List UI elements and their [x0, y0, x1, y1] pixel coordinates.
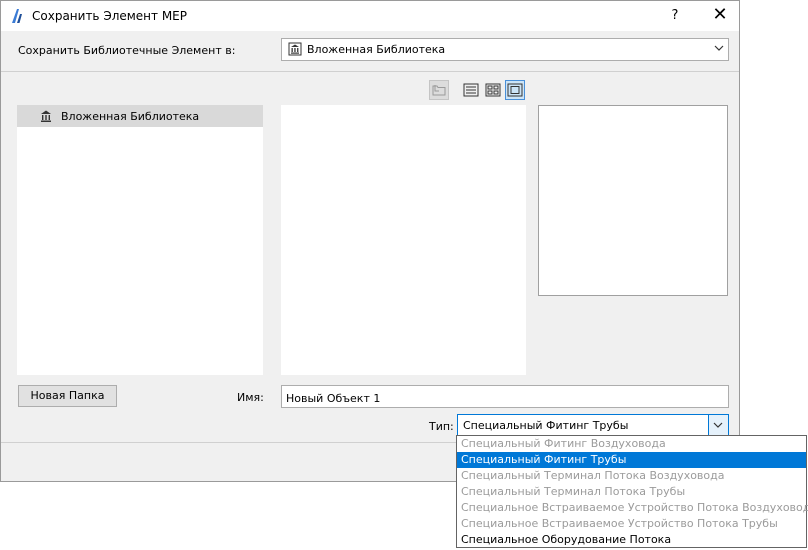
archicad-app-icon — [12, 9, 22, 23]
list-view-button[interactable] — [461, 80, 481, 100]
type-dropdown-toggle[interactable] — [708, 415, 728, 435]
up-folder-button[interactable] — [429, 80, 449, 100]
chevron-down-icon — [714, 45, 724, 51]
type-label: Тип: — [429, 420, 454, 433]
library-icon — [41, 110, 51, 122]
type-option: Специальный Фитинг Воздуховода — [461, 437, 666, 450]
folder-contents-list[interactable] — [281, 105, 526, 375]
preview-area — [538, 105, 728, 296]
library-tree[interactable]: Вложенная Библиотека — [17, 105, 263, 375]
divider — [1, 71, 739, 72]
close-button[interactable]: ✕ — [703, 1, 737, 31]
library-icon — [288, 42, 302, 56]
preview-view-icon — [507, 83, 523, 97]
title-bar: Сохранить Элемент MEP ? ✕ — [1, 1, 739, 31]
save-location-value: Вложенная Библиотека — [307, 43, 446, 56]
type-option[interactable]: Специальное Оборудование Потока — [457, 532, 806, 548]
name-label: Имя: — [237, 391, 264, 404]
folder-up-icon — [432, 85, 446, 96]
tree-item-label: Вложенная Библиотека — [61, 110, 200, 123]
save-location-label: Сохранить Библиотечные Элемент в: — [18, 44, 236, 57]
type-option: Специальное Встраиваемое Устройство Пото… — [461, 517, 778, 530]
type-dropdown-list: Специальный Фитинг Воздуховода Специальн… — [456, 435, 808, 548]
help-button[interactable]: ? — [661, 1, 689, 31]
preview-view-button[interactable] — [505, 80, 525, 100]
type-option: Специальное Встраиваемое Устройство Пото… — [461, 501, 808, 514]
grid-view-icon — [485, 83, 501, 97]
save-location-dropdown[interactable]: Вложенная Библиотека — [281, 38, 729, 61]
chevron-down-icon — [713, 422, 723, 428]
window-title: Сохранить Элемент MEP — [32, 9, 188, 23]
tree-item-embedded-library[interactable]: Вложенная Библиотека — [17, 105, 263, 127]
type-option: Специальный Терминал Потока Трубы — [461, 485, 686, 498]
save-mep-element-dialog: Сохранить Элемент MEP ? ✕ Сохранить Библ… — [0, 0, 740, 482]
name-input[interactable] — [281, 385, 729, 408]
type-dropdown[interactable]: Специальный Фитинг Трубы — [457, 414, 729, 436]
type-dropdown-value: Специальный Фитинг Трубы — [463, 419, 629, 432]
type-option: Специальный Терминал Потока Воздуховода — [461, 469, 725, 482]
icon-view-button[interactable] — [483, 80, 503, 100]
type-option[interactable]: Специальный Фитинг Трубы — [457, 452, 806, 468]
new-folder-button[interactable]: Новая Папка — [18, 385, 117, 407]
list-view-icon — [463, 83, 479, 97]
